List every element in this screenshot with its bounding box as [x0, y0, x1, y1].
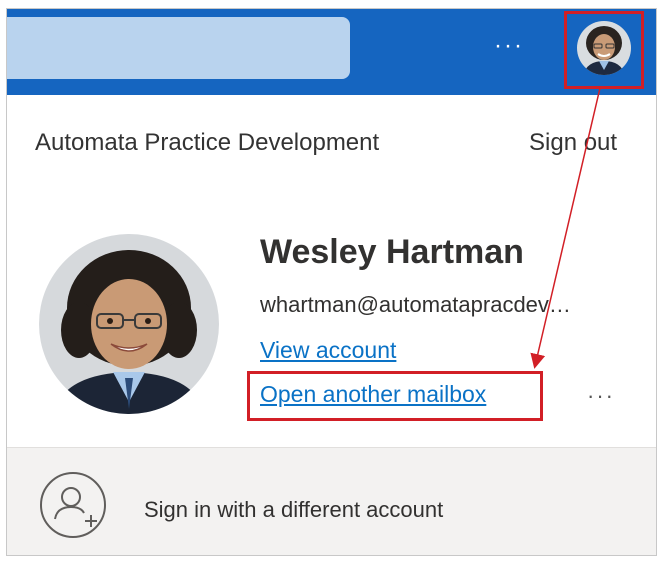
header-bar: ··· — [7, 9, 656, 95]
search-input[interactable] — [7, 17, 350, 79]
account-more-options-icon[interactable]: ··· — [587, 383, 615, 409]
view-account-link[interactable]: View account — [260, 337, 396, 364]
avatar-highlight-box — [564, 11, 644, 89]
account-panel: ··· Automata Practice Development Sign o… — [6, 8, 657, 556]
avatar — [39, 234, 219, 414]
more-options-icon[interactable]: ··· — [489, 31, 529, 61]
account-avatar-button[interactable] — [577, 21, 631, 75]
sign-out-link[interactable]: Sign out — [529, 129, 617, 157]
sign-in-different-account-link[interactable]: Sign in with a different account — [144, 497, 443, 523]
user-email: whartman@automatapracdev… — [260, 292, 571, 317]
tenant-name: Automata Practice Development — [35, 129, 380, 156]
open-another-mailbox-link[interactable]: Open another mailbox — [260, 381, 486, 408]
user-photo-icon — [577, 21, 631, 75]
person-add-icon[interactable] — [39, 471, 107, 539]
user-display-name: Wesley Hartman — [260, 233, 524, 271]
user-photo-icon — [39, 234, 219, 414]
